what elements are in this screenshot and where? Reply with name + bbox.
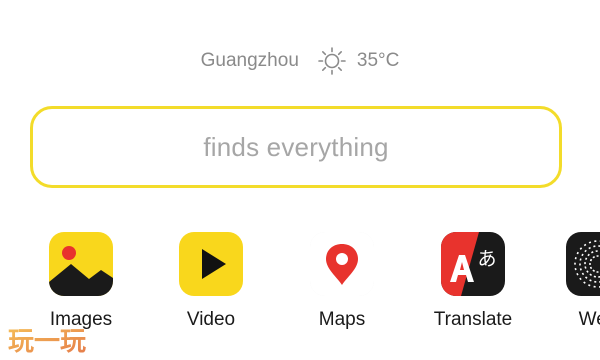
service-video[interactable]: Video [151, 232, 271, 331]
service-maps[interactable]: Maps [282, 232, 402, 331]
weather-city: Guangzhou [200, 50, 299, 71]
service-translate[interactable]: あ Translate [413, 232, 533, 331]
play-icon [179, 232, 243, 296]
service-label-maps: Maps [318, 309, 366, 330]
service-label-translate: Translate [433, 309, 513, 330]
watermark-logo: 玩一玩 [6, 322, 102, 356]
search-input[interactable]: finds everything [30, 106, 562, 188]
home-screen: Guangzhou 35°C finds everything Images V… [0, 0, 600, 360]
weather-app-icon [566, 232, 600, 296]
svg-text:玩一玩: 玩一玩 [8, 327, 86, 356]
translate-icon: あ [441, 232, 505, 296]
svg-text:あ: あ [477, 248, 496, 270]
map-pin-icon [310, 232, 374, 296]
images-icon [49, 232, 113, 296]
service-label-video: Video [186, 309, 236, 330]
weather-row[interactable]: Guangzhou 35°C [0, 46, 600, 76]
service-weather[interactable]: Wea [538, 232, 600, 331]
search-placeholder: finds everything [203, 131, 389, 162]
service-label-weather: Wea [578, 309, 600, 330]
weather-temperature: 35°C [356, 50, 400, 71]
service-images[interactable]: Images [21, 232, 141, 331]
sun-icon [317, 46, 347, 76]
